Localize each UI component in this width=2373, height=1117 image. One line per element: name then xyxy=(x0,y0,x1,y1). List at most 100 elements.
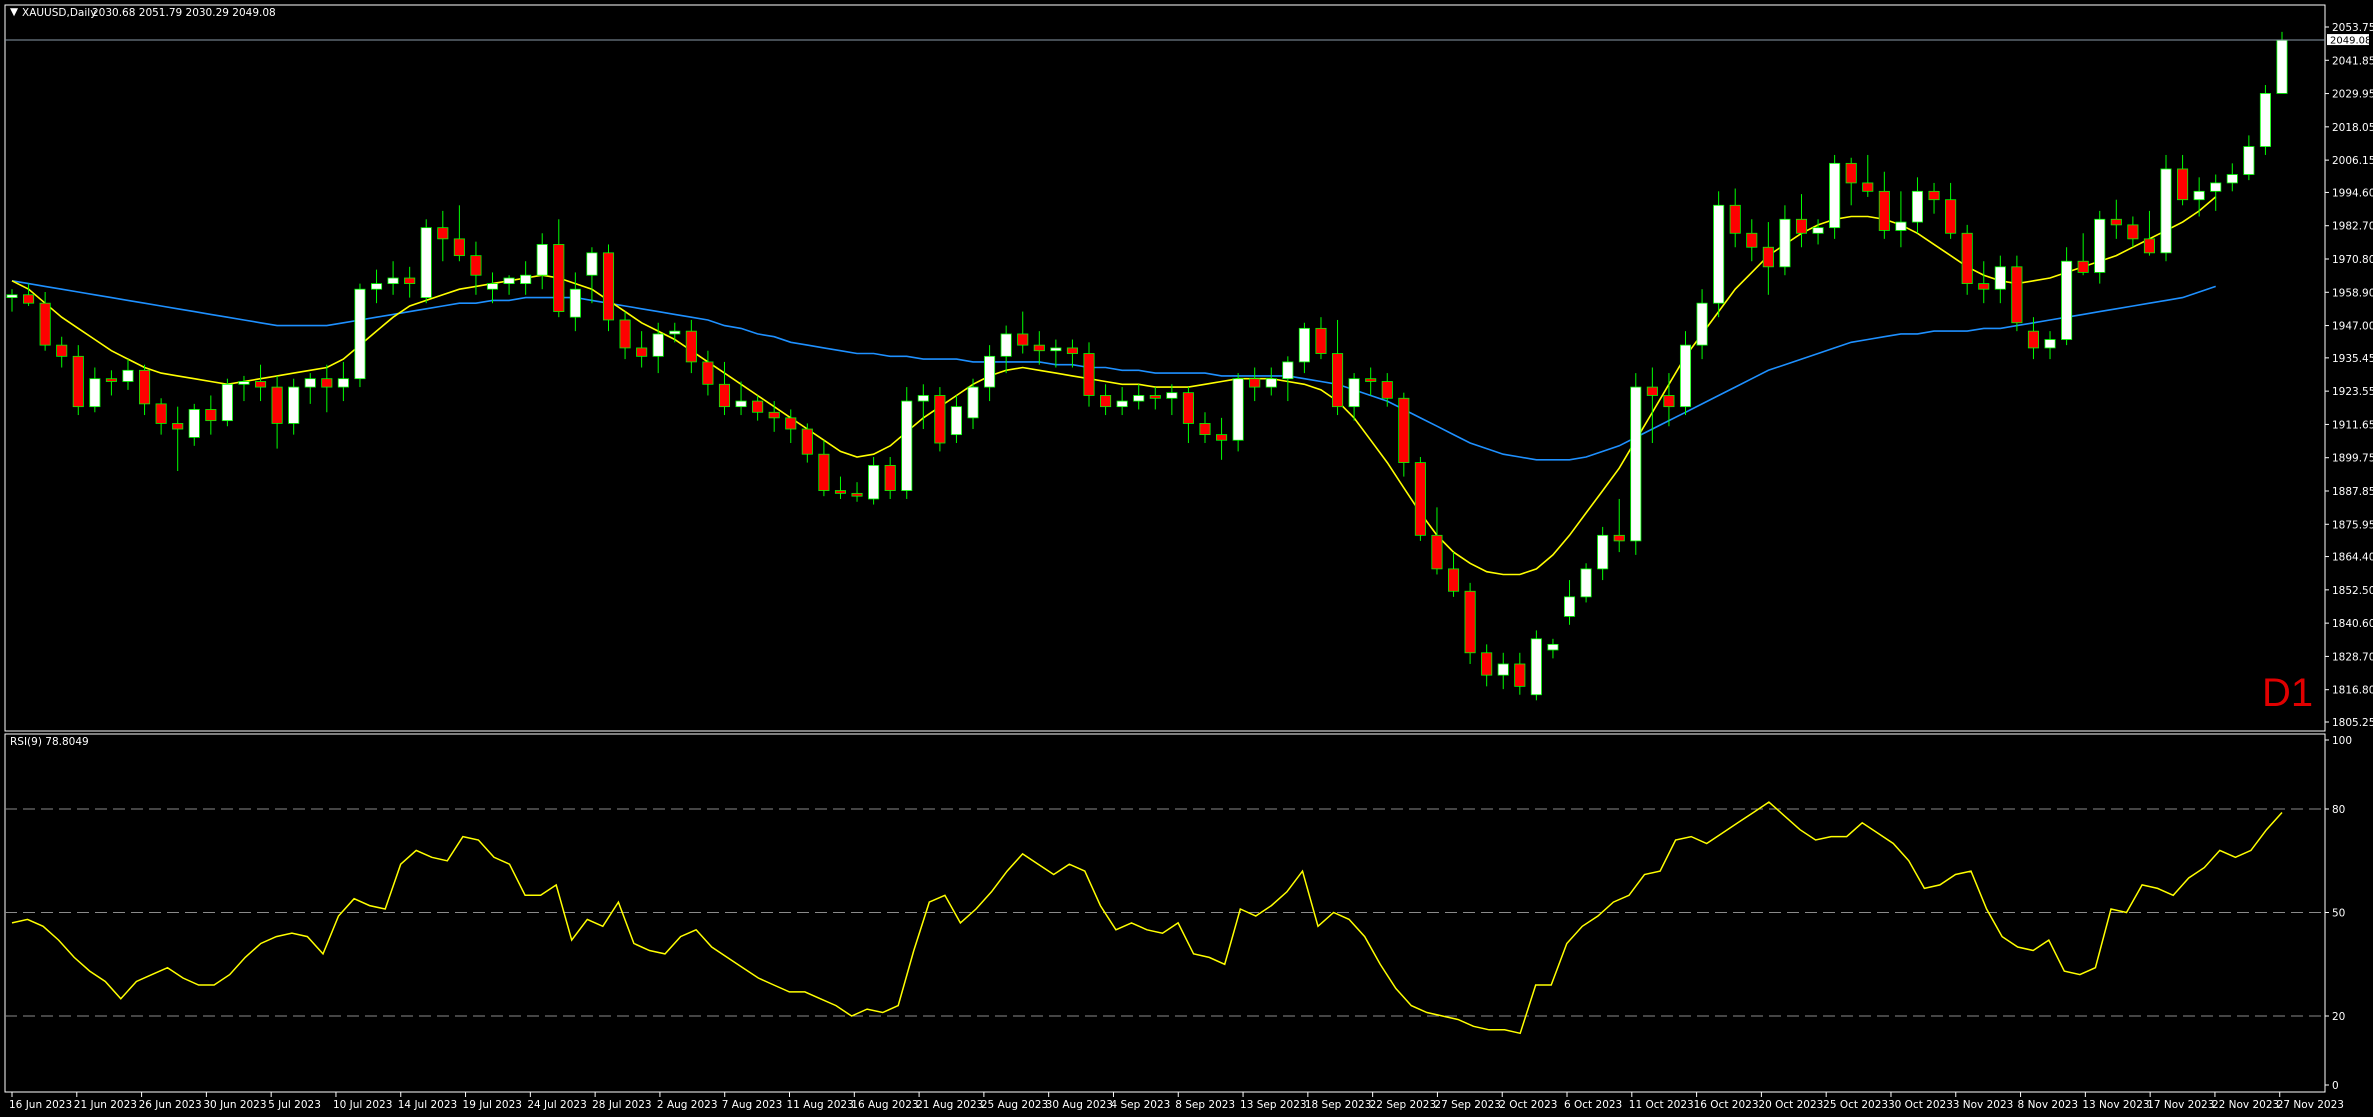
candle-body xyxy=(1000,333,1012,357)
candle-body xyxy=(1149,395,1161,399)
candle-body xyxy=(1381,381,1393,399)
candle-body xyxy=(1249,378,1261,388)
candle-body xyxy=(785,417,797,430)
candle-body xyxy=(1978,283,1990,290)
rsi-header: RSI(9) 78.8049 xyxy=(10,736,89,748)
candle-body xyxy=(1729,204,1741,234)
candle-body xyxy=(271,386,283,424)
price-tick-label: 1982.70 xyxy=(2332,221,2373,233)
candle-body xyxy=(652,333,664,357)
candle-body xyxy=(1994,266,2006,290)
candle-body xyxy=(2243,146,2255,175)
candle-body xyxy=(1265,378,1277,388)
candle-body xyxy=(1133,395,1145,402)
candle-body xyxy=(1679,344,1692,408)
candle xyxy=(221,378,233,427)
candle-body xyxy=(420,227,432,298)
collapse-arrow-icon[interactable]: ▼ xyxy=(10,6,19,18)
candle-body xyxy=(1414,462,1426,536)
price-tick-label: 1875.95 xyxy=(2332,519,2373,531)
candle-body xyxy=(1398,397,1410,463)
date-tick-label: 16 Aug 2023 xyxy=(851,1099,918,1111)
candle xyxy=(1464,582,1476,664)
date-tick-label: 22 Sep 2023 xyxy=(1370,1099,1437,1111)
date-tick-label: 2 Oct 2023 xyxy=(1499,1099,1557,1111)
candle-body xyxy=(39,302,51,346)
candle xyxy=(1829,154,1841,239)
candle-body xyxy=(1365,378,1377,382)
candle xyxy=(1530,630,1542,701)
timeframe-label: D1 xyxy=(2262,671,2313,715)
price-tick-label: 1958.90 xyxy=(2332,287,2373,299)
candle-body xyxy=(950,406,962,436)
candle xyxy=(1580,563,1592,603)
candle-body xyxy=(1696,302,1708,346)
candle-body xyxy=(304,378,316,388)
candle-body xyxy=(486,283,499,290)
candle-body xyxy=(984,355,996,388)
price-tick-label: 1805.25 xyxy=(2332,717,2373,729)
candle-body xyxy=(967,386,979,419)
rsi-axis: 100 80 50 20 0 xyxy=(2325,735,2352,1092)
candle-body xyxy=(752,400,764,413)
date-tick-label: 13 Nov 2023 xyxy=(2082,1099,2149,1111)
candle-body xyxy=(1199,423,1211,436)
date-tick-label: 4 Sep 2023 xyxy=(1110,1099,1170,1111)
candle-body xyxy=(387,277,399,285)
candle-body xyxy=(337,378,349,388)
candle-body xyxy=(2061,260,2073,340)
candle-body xyxy=(172,423,184,430)
date-tick-label: 17 Nov 2023 xyxy=(2147,1099,2214,1111)
date-tick-label: 21 Jun 2023 xyxy=(74,1099,137,1111)
candle-body xyxy=(1945,199,1957,234)
candle-body xyxy=(1348,378,1360,408)
candle-body xyxy=(1017,333,1029,346)
candle-body xyxy=(1066,347,1078,354)
candle-body xyxy=(2044,339,2056,349)
candle-body xyxy=(586,252,598,276)
candle-body xyxy=(221,383,233,422)
candle-body xyxy=(437,227,449,240)
candle-body xyxy=(669,330,681,335)
candle-body xyxy=(2011,266,2023,324)
candle-body xyxy=(1829,162,1841,229)
candle-body xyxy=(2177,168,2189,201)
date-tick-label: 5 Jul 2023 xyxy=(268,1099,321,1111)
candle-body xyxy=(1166,392,1178,399)
candle-body xyxy=(1332,353,1344,408)
price-tick-label: 1816.80 xyxy=(2332,685,2373,697)
date-tick-label: 10 Jul 2023 xyxy=(333,1099,392,1111)
candle-body xyxy=(1779,218,1791,268)
candle-body xyxy=(321,378,333,388)
date-axis: 16 Jun 2023 21 Jun 2023 26 Jun 2023 30 Jun … xyxy=(9,1092,2344,1111)
price-tick-label: 2029.95 xyxy=(2332,89,2373,101)
candle-body xyxy=(1182,392,1194,424)
candle-body xyxy=(685,330,697,363)
date-tick-label: 26 Jun 2023 xyxy=(139,1099,202,1111)
candle-body xyxy=(2276,39,2288,94)
candle-body xyxy=(1447,568,1460,592)
price-tick-label: 2006.15 xyxy=(2332,155,2373,167)
candle-body xyxy=(1746,232,1758,248)
candle-body xyxy=(1878,190,1890,231)
symbol-ohlc: 2030.68 2051.79 2030.29 2049.08 xyxy=(92,7,276,19)
candle-body xyxy=(1580,568,1592,598)
price-pane xyxy=(4,4,2326,732)
date-tick-label: 30 Jun 2023 xyxy=(203,1099,266,1111)
candle-body xyxy=(702,361,714,385)
candle-body xyxy=(868,464,880,500)
candle-body xyxy=(1116,400,1128,408)
price-tick-label: 1994.60 xyxy=(2332,187,2373,199)
candle-body xyxy=(1928,190,1940,201)
candle-body xyxy=(238,381,250,385)
candle-body xyxy=(1464,590,1476,654)
candle-body xyxy=(1216,434,1228,441)
price-tick-label: 1923.55 xyxy=(2332,386,2373,398)
candle-body xyxy=(1762,246,1774,268)
candle-body xyxy=(470,255,482,276)
date-tick-label: 27 Sep 2023 xyxy=(1434,1099,1501,1111)
candle-body xyxy=(503,277,515,285)
candle-body xyxy=(2027,330,2039,349)
price-tick-label: 1970.80 xyxy=(2332,254,2373,266)
candle xyxy=(1630,373,1642,555)
